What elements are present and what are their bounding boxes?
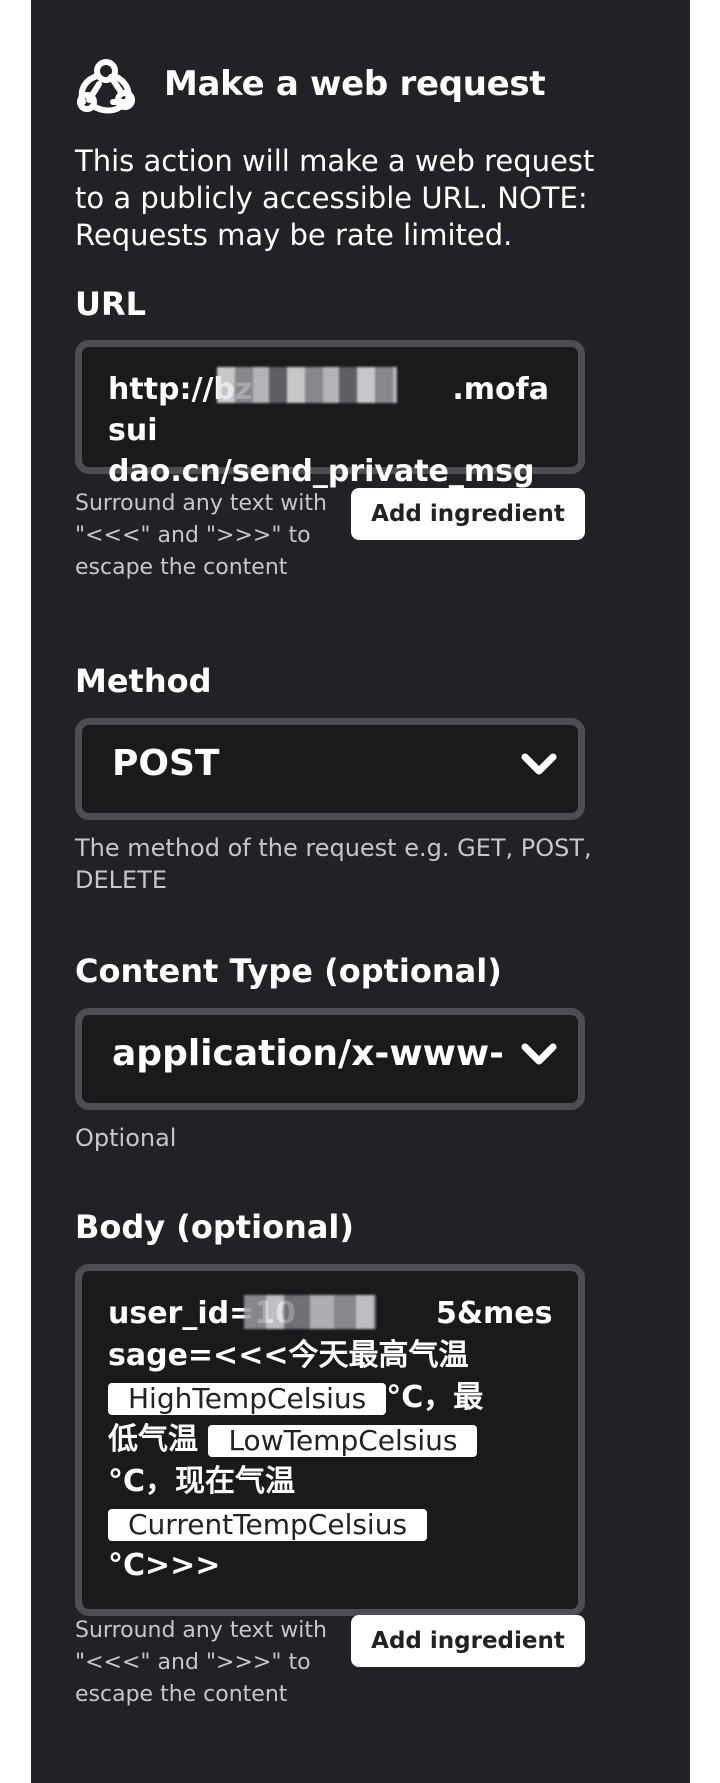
body-value: user_id=10 5&mes sage=<<<今天最高气温 HighTempC… bbox=[108, 1296, 553, 1583]
content-type-label: Content Type (optional) bbox=[75, 952, 502, 990]
webhooks-icon bbox=[77, 59, 135, 114]
body-label: Body (optional) bbox=[75, 1208, 355, 1246]
chevron-down-icon bbox=[521, 1043, 557, 1065]
url-escape-hint: Surround any text with "<<<" and ">>>" t… bbox=[75, 491, 327, 580]
action-header: Make a web request bbox=[75, 50, 615, 120]
content-type-select[interactable]: application/x-www-form-urlencoded bbox=[75, 1008, 585, 1110]
url-label: URL bbox=[75, 285, 147, 323]
url-add-ingredient-button[interactable]: Add ingredient bbox=[351, 488, 585, 540]
body-add-ingredient-button[interactable]: Add ingredient bbox=[351, 1615, 585, 1667]
method-help: The method of the request e.g. GET, POST… bbox=[75, 834, 592, 894]
body-escape-hint: Surround any text with "<<<" and ">>>" t… bbox=[75, 1618, 327, 1707]
method-value: POST bbox=[112, 743, 220, 784]
url-input[interactable]: http://bz .mofasui dao.cn/send_private_ms… bbox=[75, 340, 585, 489]
method-label: Method bbox=[75, 662, 212, 700]
redaction-blur bbox=[217, 367, 397, 403]
action-title: Make a web request bbox=[164, 64, 546, 104]
ingredient-pill[interactable]: CurrentTempCelsius bbox=[108, 1508, 428, 1541]
chevron-down-icon bbox=[521, 753, 557, 775]
redaction-blur bbox=[244, 1295, 376, 1329]
content-type-value: application/x-www-form-urlencoded bbox=[112, 1033, 502, 1074]
method-select[interactable]: POST bbox=[75, 718, 585, 820]
ingredient-pill[interactable]: LowTempCelsius bbox=[208, 1424, 478, 1457]
action-description: This action will make a web request to a… bbox=[75, 144, 595, 252]
body-input[interactable]: user_id=10 5&mes sage=<<<今天最高气温 HighTempC… bbox=[75, 1264, 585, 1616]
ingredient-pill[interactable]: HighTempCelsius bbox=[108, 1382, 387, 1415]
content-type-help: Optional bbox=[75, 1124, 177, 1152]
